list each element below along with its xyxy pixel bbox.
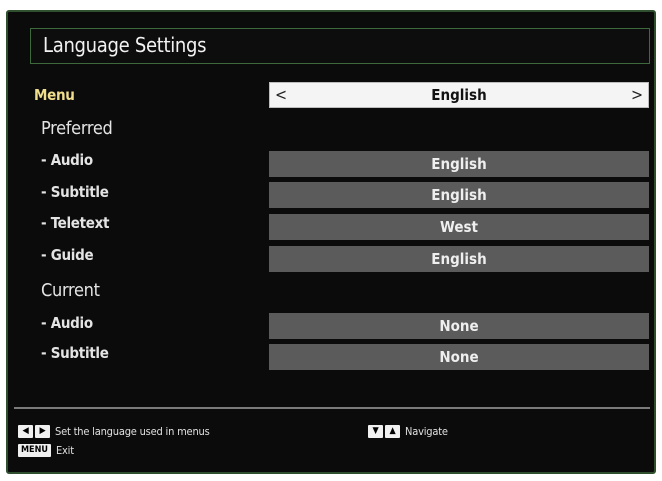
page-title: Language Settings xyxy=(43,33,207,57)
current-subtitle-value: None xyxy=(269,344,649,370)
navigate-hint: ▼ ▲ Navigate xyxy=(368,425,448,438)
chevron-right-icon[interactable]: > xyxy=(631,83,643,107)
preferred-audio-label: - Audio xyxy=(41,151,93,169)
preferred-audio-value[interactable]: English xyxy=(269,151,649,177)
chevron-left-icon[interactable]: < xyxy=(275,83,287,107)
arrow-up-key-icon: ▲ xyxy=(385,425,400,438)
menu-key-icon: MENU xyxy=(18,444,51,457)
menu-language-value: English xyxy=(431,86,487,104)
preferred-subtitle-value[interactable]: English xyxy=(269,182,649,208)
menu-language-label: Menu xyxy=(34,86,75,104)
current-audio-label: - Audio xyxy=(41,314,93,332)
arrow-right-key-icon: ▶ xyxy=(35,425,50,438)
preferred-guide-value[interactable]: English xyxy=(269,246,649,272)
navigate-hint-text: Navigate xyxy=(405,425,448,438)
current-heading: Current xyxy=(41,280,100,301)
preferred-teletext-label: - Teletext xyxy=(41,214,110,232)
language-settings-screen: Language Settings Menu < English > Prefe… xyxy=(6,10,656,474)
arrow-down-key-icon: ▼ xyxy=(368,425,383,438)
left-right-hint-text: Set the language used in menus xyxy=(55,425,210,438)
preferred-teletext-value[interactable]: West xyxy=(269,214,649,240)
title-bar: Language Settings xyxy=(30,28,650,64)
preferred-subtitle-label: - Subtitle xyxy=(41,183,109,201)
footer-divider xyxy=(14,407,650,409)
menu-exit-hint: MENU Exit xyxy=(18,444,74,457)
arrow-left-key-icon: ◀ xyxy=(18,425,33,438)
current-audio-value: None xyxy=(269,313,649,339)
preferred-guide-label: - Guide xyxy=(41,246,94,264)
menu-language-selector[interactable]: < English > xyxy=(269,82,649,108)
current-subtitle-label: - Subtitle xyxy=(41,344,109,362)
left-right-hint: ◀ ▶ Set the language used in menus xyxy=(18,425,210,438)
preferred-heading: Preferred xyxy=(41,118,113,139)
menu-exit-hint-text: Exit xyxy=(55,444,74,457)
